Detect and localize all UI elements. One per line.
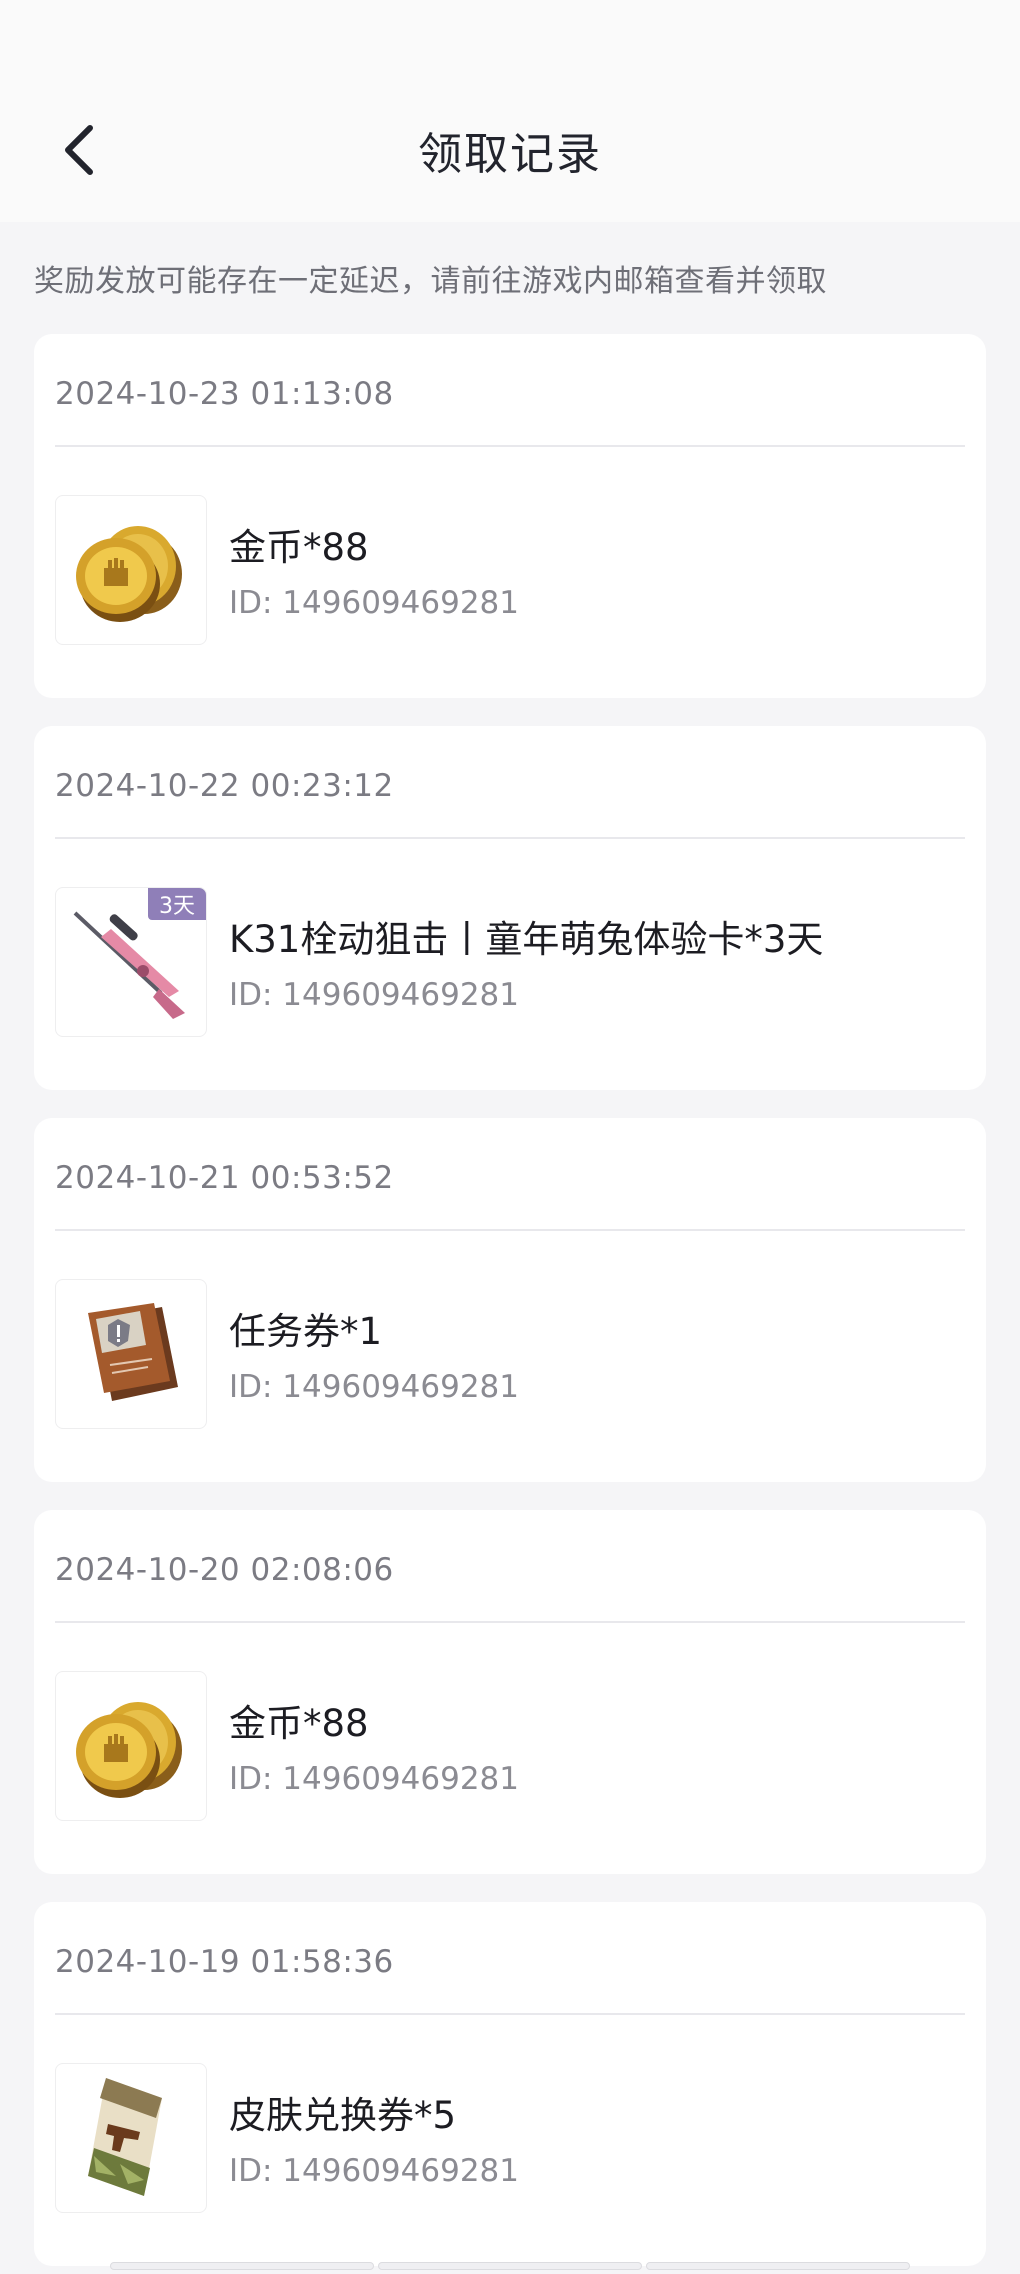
- record-card: 2024-10-21 00:53:52 任务券*1 ID: 1496094692…: [34, 1118, 986, 1482]
- top-bar: 领取记录: [0, 0, 1020, 222]
- record-time: 2024-10-22 00:23:12: [55, 768, 394, 804]
- skin-voucher-icon: [88, 2078, 162, 2196]
- divider: [55, 445, 965, 447]
- item-name: 皮肤兑换券*5: [229, 2094, 457, 2137]
- item-thumbnail: [55, 2063, 207, 2213]
- notice-text: 奖励发放可能存在一定延迟，请前往游戏内邮箱查看并领取: [34, 264, 827, 299]
- item-thumbnail: [55, 1279, 207, 1429]
- item-thumbnail: [55, 495, 207, 645]
- record-card: 2024-10-19 01:58:36 皮肤兑换券*5 ID: 14960946…: [34, 1902, 986, 2266]
- item-id: ID: 149609469281: [229, 1369, 519, 1405]
- gold-coins-icon: [76, 526, 182, 622]
- divider: [55, 2013, 965, 2015]
- divider: [55, 1621, 965, 1623]
- record-time: 2024-10-19 01:58:36: [55, 1944, 394, 1980]
- item-name: 金币*88: [229, 1702, 369, 1745]
- record-time: 2024-10-20 02:08:06: [55, 1552, 394, 1588]
- item-id: ID: 149609469281: [229, 585, 519, 621]
- item-name: 任务券*1: [229, 1310, 383, 1353]
- page-title: 领取记录: [418, 129, 602, 180]
- item-id: ID: 149609469281: [229, 1761, 519, 1797]
- divider: [55, 1229, 965, 1231]
- record-time: 2024-10-23 01:13:08: [55, 376, 394, 412]
- item-id: ID: 149609469281: [229, 977, 519, 1013]
- record-card: 2024-10-22 00:23:12 3天 K31栓动狙击丨童年萌兔体验卡*3…: [34, 726, 986, 1090]
- item-thumbnail: [55, 1671, 207, 1821]
- item-name: 金币*88: [229, 526, 369, 569]
- item-id: ID: 149609469281: [229, 2153, 519, 2189]
- record-card: 2024-10-20 02:08:06 金币*88 ID: 1496094692…: [34, 1510, 986, 1874]
- item-name: K31栓动狙击丨童年萌兔体验卡*3天: [229, 918, 824, 961]
- mission-ticket-icon: [88, 1303, 178, 1401]
- gold-coins-icon: [76, 1702, 182, 1798]
- tab-edge: [646, 2262, 910, 2270]
- tab-edge: [378, 2262, 642, 2270]
- bottom-tab-bar-edge: [110, 2262, 910, 2274]
- duration-badge: 3天: [148, 888, 206, 920]
- tab-edge: [110, 2262, 374, 2270]
- record-time: 2024-10-21 00:53:52: [55, 1160, 394, 1196]
- item-thumbnail: 3天: [55, 887, 207, 1037]
- record-list: 2024-10-23 01:13:08 金币*88 ID: 1496094692…: [34, 334, 986, 2274]
- record-card: 2024-10-23 01:13:08 金币*88 ID: 1496094692…: [34, 334, 986, 698]
- divider: [55, 837, 965, 839]
